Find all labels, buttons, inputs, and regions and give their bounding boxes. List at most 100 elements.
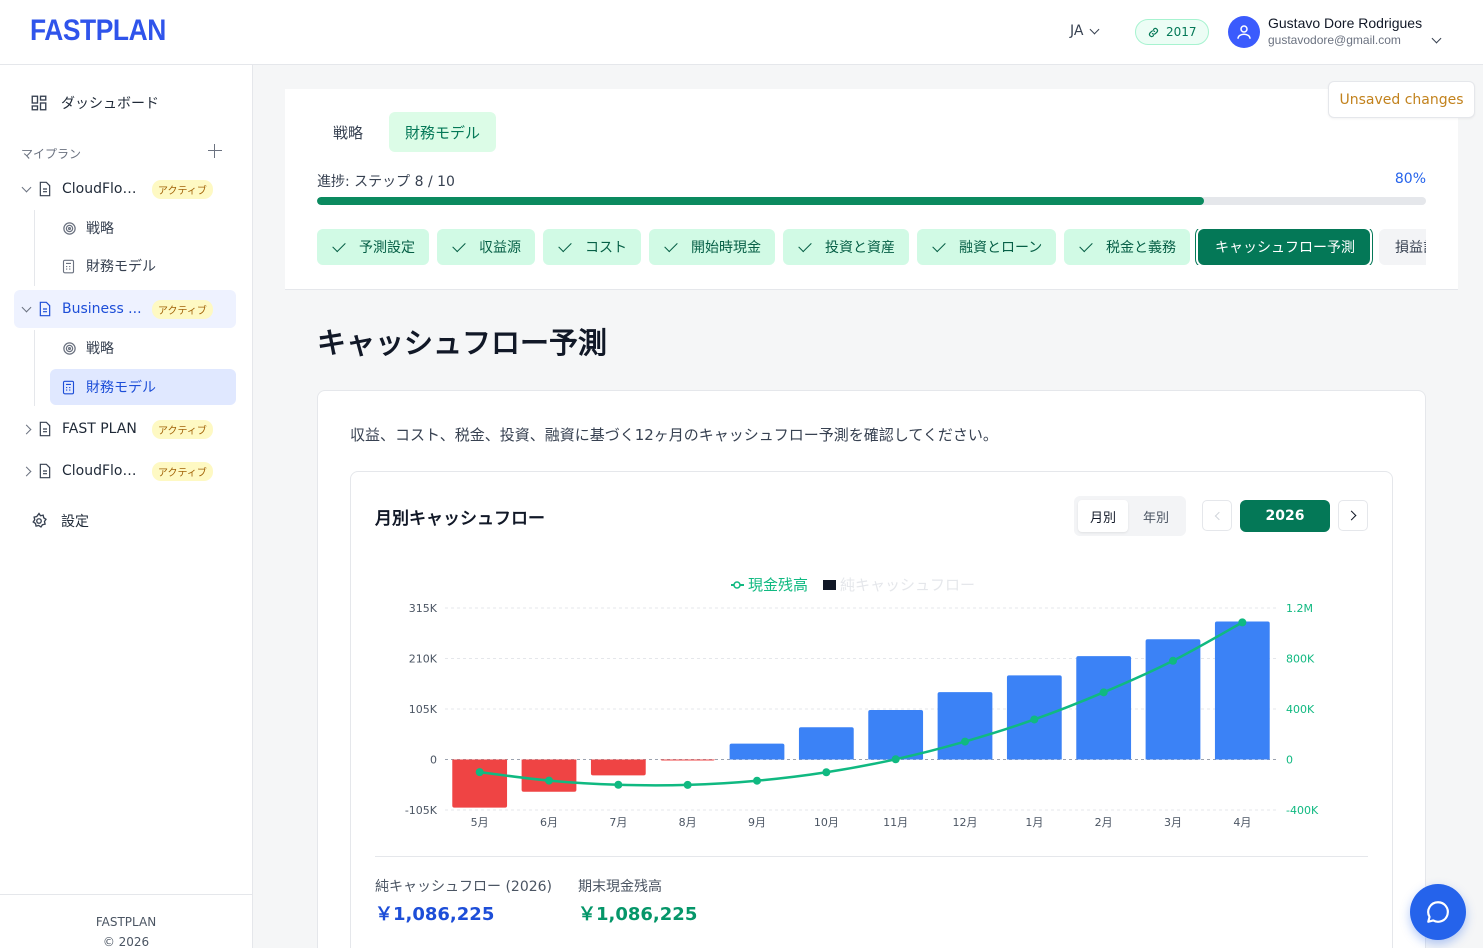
summary-divider	[375, 856, 1368, 857]
check-icon	[664, 238, 678, 253]
cashflow-chart: 315K 1.2M 210K 800K 105K 400K 0 0 -105K -400K 5月 6月…	[405, 576, 1319, 829]
step-label: キャッシュフロー予測	[1215, 240, 1355, 256]
chat-button[interactable]	[1410, 884, 1466, 940]
plan-child-label: 戦略	[86, 341, 114, 357]
step-revenue[interactable]: 収益源	[437, 229, 535, 265]
app-logo[interactable]: FASTPLAN	[30, 14, 166, 48]
plan-child-financial-model-active[interactable]: 財務モデル	[50, 369, 236, 405]
target-icon	[63, 221, 76, 235]
right-axis-tick: -400K	[1286, 804, 1319, 817]
calculator-icon	[62, 380, 75, 394]
progress-fill	[317, 197, 1205, 205]
user-menu-chevron-icon[interactable]	[1431, 27, 1442, 46]
user-avatar[interactable]	[1228, 16, 1260, 48]
view-monthly-button[interactable]: 月別	[1078, 500, 1128, 532]
x-axis-tick: 11月	[883, 816, 908, 829]
step-starting-cash[interactable]: 開始時現金	[649, 229, 775, 265]
view-yearly-button[interactable]: 年別	[1131, 500, 1181, 532]
x-axis-tick: 10月	[814, 816, 839, 829]
chevron-down-icon[interactable]	[14, 182, 38, 192]
chevron-right-icon	[1346, 510, 1357, 521]
net-cashflow-label: 純キャッシュフロー (2026)	[375, 879, 553, 895]
cash-balance-point	[475, 768, 484, 777]
link-icon	[1148, 27, 1159, 37]
dashboard-grid-icon	[31, 95, 47, 111]
document-icon	[39, 463, 51, 479]
x-axis-tick: 4月	[1233, 816, 1251, 829]
document-icon	[39, 301, 51, 317]
step-income-statement[interactable]: 損益計算書	[1379, 229, 1426, 265]
step-forecast-settings[interactable]: 予測設定	[317, 229, 429, 265]
sidebar-item-settings[interactable]: 設定	[30, 511, 89, 531]
plan-item[interactable]: FAST PLAN アクティブ	[14, 410, 236, 448]
chevron-down-icon[interactable]	[14, 302, 38, 312]
ending-cash-value: ￥1,086,225	[578, 904, 698, 925]
plan-child-strategy[interactable]: 戦略	[50, 210, 236, 246]
check-icon	[332, 238, 346, 253]
language-label: JA	[1070, 23, 1084, 39]
x-axis-tick: 6月	[540, 816, 558, 829]
chevron-right-icon[interactable]	[14, 424, 38, 434]
next-year-button[interactable]	[1338, 500, 1368, 531]
step-financing[interactable]: 融資とローン	[917, 229, 1056, 265]
check-icon	[798, 238, 812, 253]
cash-balance-point	[683, 780, 692, 789]
step-label: 税金と義務	[1106, 240, 1176, 256]
cash-balance-point	[1030, 715, 1039, 724]
chevron-left-icon	[1214, 511, 1223, 520]
year-selector[interactable]: 2026	[1240, 500, 1330, 532]
legend-net-cashflow: 純キャッシュフロー	[840, 576, 975, 594]
progress-label: 進捗: ステップ 8 / 10	[317, 174, 455, 190]
year-badge[interactable]: 2017	[1135, 19, 1209, 45]
prev-year-button[interactable]	[1202, 500, 1232, 531]
tab-strategy[interactable]: 戦略	[317, 112, 379, 152]
gear-icon	[32, 512, 47, 528]
chevron-down-icon	[1090, 24, 1100, 34]
check-icon	[558, 238, 572, 253]
left-axis-tick: 210K	[409, 653, 438, 666]
x-axis-tick: 5月	[471, 816, 489, 829]
legend-cash-balance: 現金残高	[748, 576, 808, 594]
x-axis-tick: 1月	[1025, 816, 1043, 829]
legend-bar-swatch	[823, 580, 836, 590]
add-plan-plus-icon[interactable]	[208, 144, 222, 158]
plan-child-label: 戦略	[86, 221, 114, 237]
language-selector[interactable]: JA	[1070, 23, 1100, 39]
check-icon	[1079, 238, 1093, 253]
sidebar-item-label: ダッシュボード	[61, 96, 159, 112]
unsaved-changes-indicator[interactable]: Unsaved changes	[1328, 81, 1475, 118]
step-label: 損益計算書	[1395, 240, 1426, 256]
cashflow-bar	[1076, 656, 1132, 760]
user-name: Gustavo Dore Rodrigues	[1268, 15, 1423, 31]
chart-title: 月別キャッシュフロー	[375, 509, 545, 529]
chevron-right-icon[interactable]	[14, 466, 38, 476]
target-icon	[63, 341, 76, 355]
x-axis-tick: 8月	[679, 816, 697, 829]
plan-item[interactable]: CloudFlow... アクティブ	[14, 170, 236, 208]
plan-child-financial-model[interactable]: 財務モデル	[50, 248, 236, 284]
sidebar-item-dashboard[interactable]: ダッシュボード	[30, 93, 159, 113]
step-costs[interactable]: コスト	[543, 229, 641, 265]
plan-item[interactable]: CloudFlow... アクティブ	[14, 452, 236, 490]
step-label: 収益源	[479, 240, 521, 256]
cash-balance-point	[545, 776, 553, 785]
wizard-panel: 戦略 財務モデル 進捗: ステップ 8 / 10 80% 予測設定 収益源 コス…	[285, 89, 1458, 290]
step-investments[interactable]: 投資と資産	[783, 229, 909, 265]
tab-financial-model[interactable]: 財務モデル	[389, 112, 497, 152]
check-icon	[452, 238, 466, 253]
step-label: 開始時現金	[691, 240, 761, 256]
step-label: 融資とローン	[959, 240, 1043, 256]
sidebar-footer: FASTPLAN © 2026	[0, 894, 252, 948]
cash-balance-point	[1099, 688, 1108, 697]
step-taxes[interactable]: 税金と義務	[1064, 229, 1190, 265]
cashflow-bar	[660, 758, 716, 761]
plan-item-active[interactable]: Business ... アクティブ	[14, 290, 236, 328]
left-axis-tick: 0	[430, 754, 437, 767]
plan-child-strategy[interactable]: 戦略	[50, 330, 236, 366]
step-label: コスト	[585, 240, 627, 256]
cash-balance-point	[961, 737, 969, 746]
cash-balance-point	[891, 755, 900, 764]
tree-line	[34, 210, 35, 286]
progress-percent: 80%	[1394, 171, 1426, 187]
step-cashflow-current[interactable]: キャッシュフロー予測	[1198, 229, 1370, 265]
